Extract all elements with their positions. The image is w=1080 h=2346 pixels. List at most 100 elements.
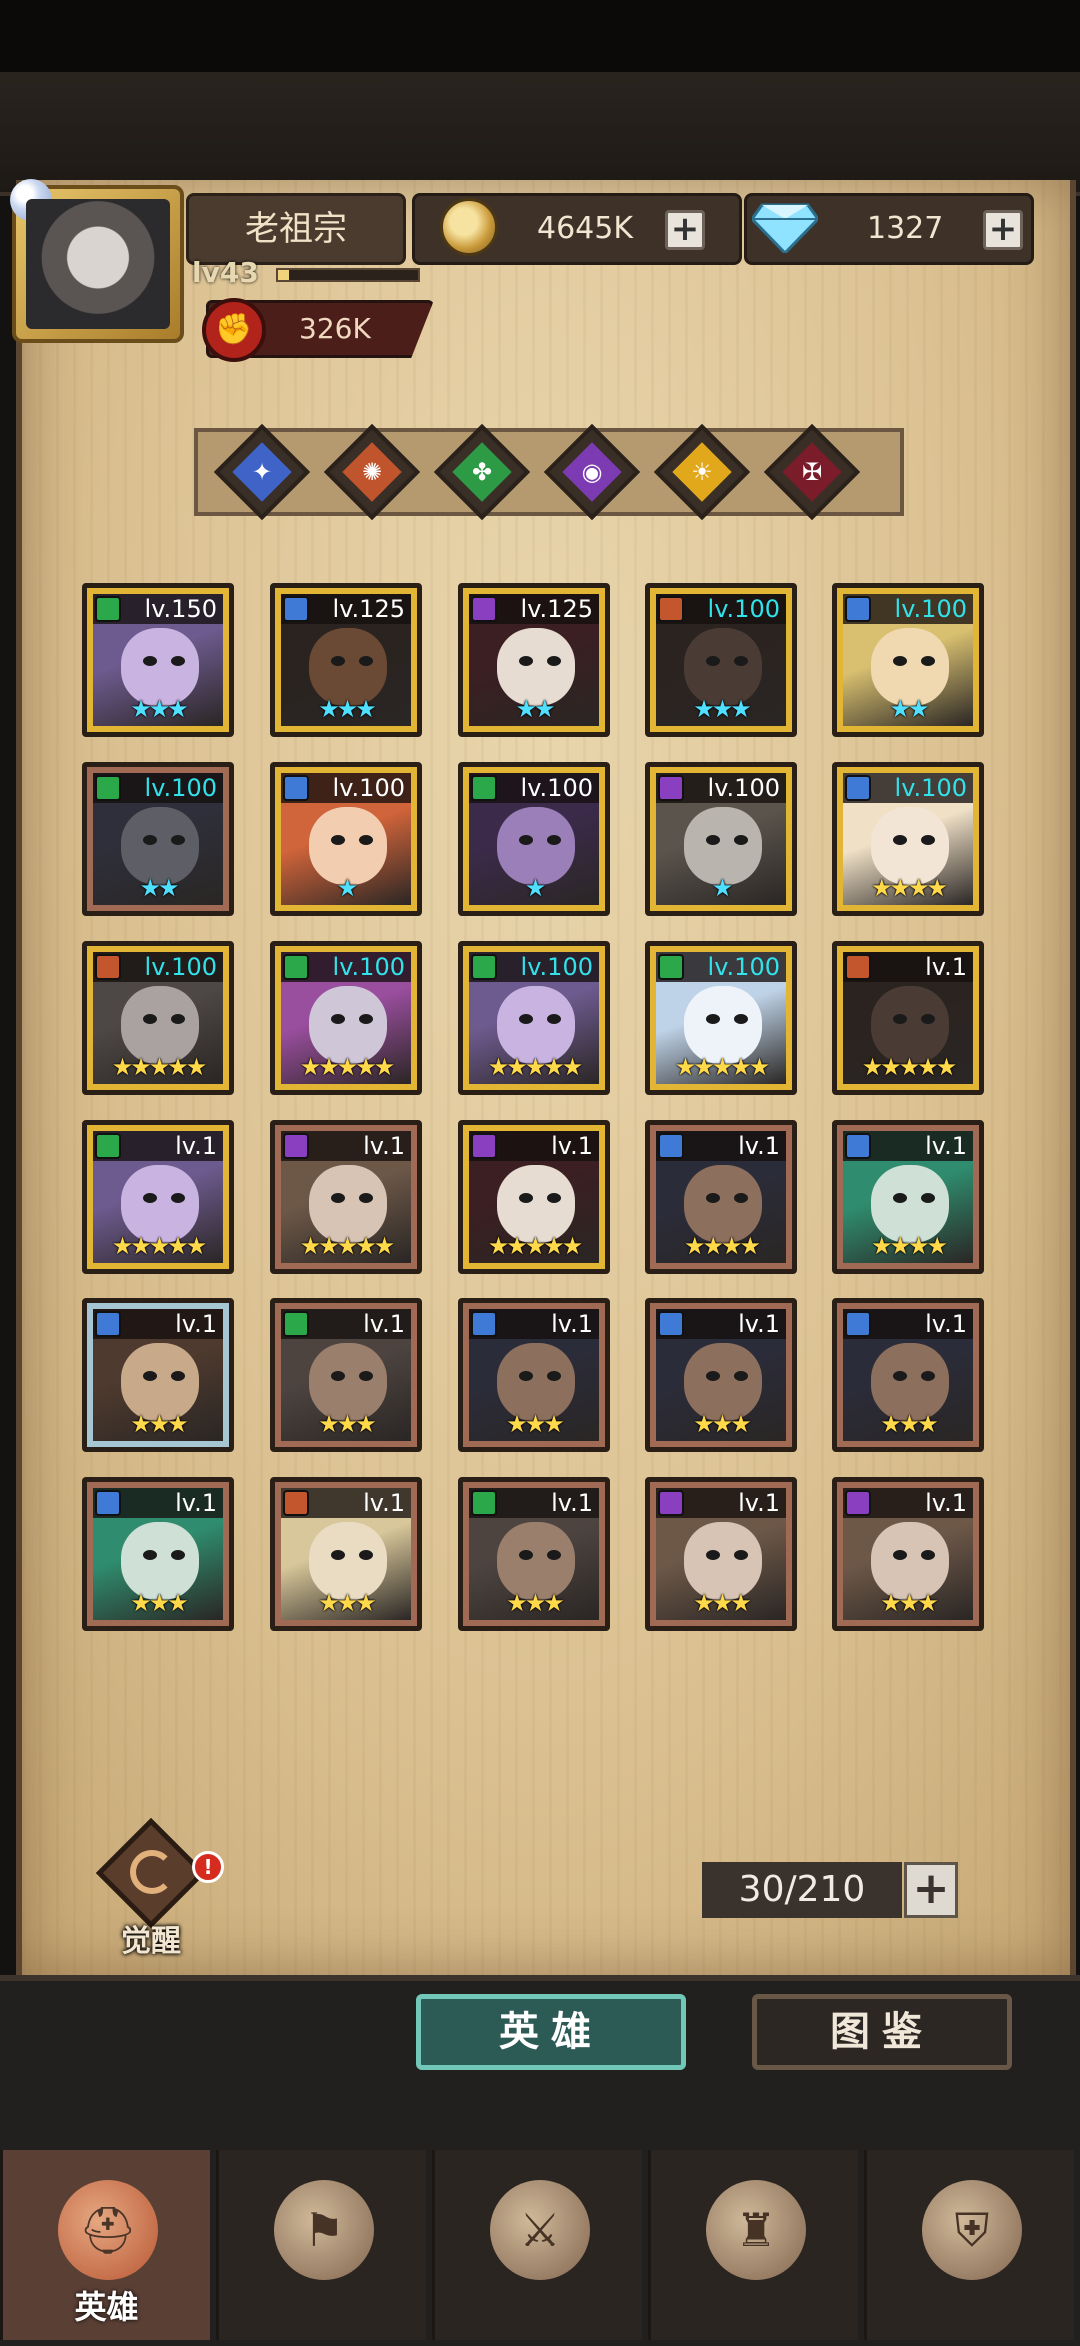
hero-card[interactable]: lv.1 ★★★: [82, 1298, 234, 1452]
hero-card[interactable]: lv.1 ★★★: [645, 1298, 797, 1452]
hero-card[interactable]: lv.100 ★★★★: [832, 762, 984, 916]
hero-card[interactable]: lv.1 ★★★★★: [82, 1120, 234, 1274]
class-badge-icon: [658, 954, 684, 980]
star-rating: ★★★: [880, 1410, 939, 1438]
class-badge-icon: [95, 596, 121, 622]
hero-eye: [547, 1550, 561, 1560]
star-rating: ★★★★★: [111, 1053, 208, 1081]
player-avatar[interactable]: [10, 179, 184, 343]
hero-card[interactable]: lv.1 ★★★: [645, 1477, 797, 1631]
hero-card[interactable]: lv.125 ★★★: [270, 583, 422, 737]
hero-eye: [893, 835, 907, 845]
hero-eye: [331, 835, 345, 845]
hero-card[interactable]: lv.1 ★★★: [832, 1477, 984, 1631]
capacity-add-button[interactable]: +: [904, 1862, 958, 1918]
hero-eye: [706, 835, 720, 845]
hero-level: lv.100: [894, 774, 967, 802]
hero-card[interactable]: lv.100 ★: [270, 762, 422, 916]
sun-eye-icon: ☀: [691, 458, 713, 486]
hero-eye: [921, 1371, 935, 1381]
star-rating: ★★★: [693, 695, 752, 723]
hero-card[interactable]: lv.100 ★: [645, 762, 797, 916]
nav-tab-helmet[interactable]: ⛑ 英雄: [0, 2150, 210, 2340]
class-badge-icon: [845, 1490, 871, 1516]
hero-card[interactable]: lv.100 ★★★: [645, 583, 797, 737]
star-rating: ★★★★★: [861, 1053, 958, 1081]
hero-card[interactable]: lv.1 ★★★★: [832, 1120, 984, 1274]
combat-power-value: 326K: [299, 312, 371, 345]
hero-eye: [547, 1371, 561, 1381]
hero-card[interactable]: lv.1 ★★★: [832, 1298, 984, 1452]
class-badge-icon: [283, 775, 309, 801]
hero-card[interactable]: lv.125 ★★: [458, 583, 610, 737]
hero-card[interactable]: lv.1 ★★★★★: [458, 1120, 610, 1274]
hero-eye: [143, 1371, 157, 1381]
star-rating: ★★: [889, 695, 929, 723]
hero-eye: [734, 835, 748, 845]
hero-card[interactable]: lv.1 ★★★: [82, 1477, 234, 1631]
hero-card[interactable]: lv.100 ★★: [82, 762, 234, 916]
hero-level: lv.1: [551, 1489, 593, 1517]
hero-card[interactable]: lv.1 ★★★: [458, 1298, 610, 1452]
hero-level: lv.1: [363, 1132, 405, 1160]
hero-level: lv.100: [332, 774, 405, 802]
hero-eye: [893, 1014, 907, 1024]
gold-add-button[interactable]: +: [665, 210, 705, 250]
gem-amount: 1327: [867, 211, 944, 246]
clover-icon: ✤: [471, 458, 493, 486]
hero-eye: [171, 1550, 185, 1560]
moon-eye-icon: ◉: [581, 458, 603, 486]
hero-eye: [143, 835, 157, 845]
hero-card[interactable]: lv.1 ★★★★: [645, 1120, 797, 1274]
hero-eye: [143, 1193, 157, 1203]
hero-card[interactable]: lv.100 ★★★★★: [82, 941, 234, 1095]
hero-card[interactable]: lv.100 ★★★★★: [458, 941, 610, 1095]
class-badge-icon: [471, 596, 497, 622]
star-rating: ★★★: [130, 1410, 189, 1438]
nav-tab-crossed-swords[interactable]: ⚔: [432, 2150, 642, 2340]
hero-card[interactable]: lv.100 ★: [458, 762, 610, 916]
hero-eye: [547, 835, 561, 845]
nav-label: 英雄: [74, 2288, 139, 2326]
class-badge-icon: [283, 1490, 309, 1516]
hero-level: lv.100: [894, 595, 967, 623]
hero-level: lv.1: [925, 1310, 967, 1338]
hero-level: lv.1: [363, 1489, 405, 1517]
hero-level: lv.125: [332, 595, 405, 623]
hero-card[interactable]: lv.1 ★★★★★: [270, 1120, 422, 1274]
hero-level: lv.1: [738, 1132, 780, 1160]
class-badge-icon: [658, 1133, 684, 1159]
hero-card[interactable]: lv.1 ★★★: [270, 1298, 422, 1452]
star-rating: ★★★★★: [487, 1053, 584, 1081]
nav-tab-handshake-shield[interactable]: ⛨: [864, 2150, 1074, 2340]
class-badge-icon: [471, 1311, 497, 1337]
hero-card[interactable]: lv.1 ★★★: [458, 1477, 610, 1631]
star-rating: ★★★★★: [111, 1232, 208, 1260]
hero-eye: [359, 1193, 373, 1203]
star-rating: ★★★★★: [299, 1053, 396, 1081]
tab-codex[interactable]: 图鉴: [752, 1994, 1012, 2070]
hero-card[interactable]: lv.100 ★★★★★: [270, 941, 422, 1095]
hero-card[interactable]: lv.1 ★★★★★: [832, 941, 984, 1095]
hero-eye: [734, 1193, 748, 1203]
hero-eye: [547, 1193, 561, 1203]
nav-tab-castle[interactable]: ♜: [648, 2150, 858, 2340]
hero-card[interactable]: lv.1 ★★★: [270, 1477, 422, 1631]
nav-tab-flag-wheel[interactable]: ⚑: [216, 2150, 426, 2340]
hero-card[interactable]: lv.100 ★★★★★: [645, 941, 797, 1095]
hero-card[interactable]: lv.150 ★★★: [82, 583, 234, 737]
alert-badge: !: [192, 1851, 224, 1883]
hero-eye: [706, 1550, 720, 1560]
hero-level: lv.1: [925, 953, 967, 981]
class-badge-icon: [95, 954, 121, 980]
class-badge-icon: [845, 1311, 871, 1337]
awaken-button[interactable]: 觉醒: [92, 1817, 210, 1960]
hero-level: lv.1: [175, 1310, 217, 1338]
tab-heroes[interactable]: 英雄: [416, 1994, 686, 2070]
xp-bar-fill: [278, 270, 290, 280]
hero-eye: [331, 1550, 345, 1560]
hero-eye: [519, 1014, 533, 1024]
gem-add-button[interactable]: +: [983, 210, 1023, 250]
status-bar: [0, 0, 1080, 72]
hero-card[interactable]: lv.100 ★★: [832, 583, 984, 737]
